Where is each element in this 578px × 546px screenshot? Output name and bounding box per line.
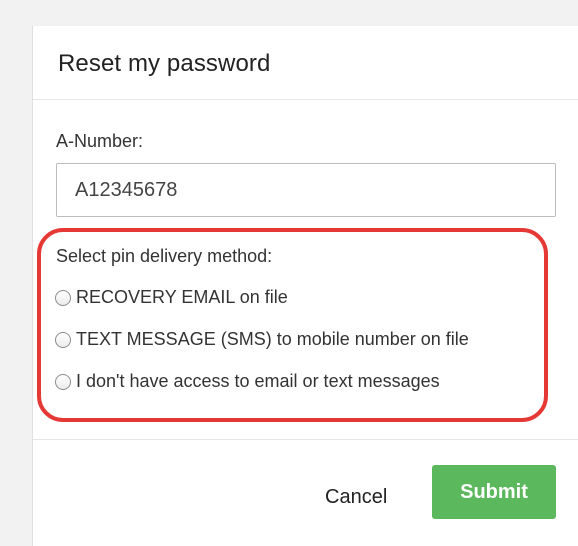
radio-option-recovery-email[interactable]: RECOVERY EMAIL on file (55, 287, 288, 308)
radio-option-label: RECOVERY EMAIL on file (76, 287, 288, 307)
radio-option-text-message[interactable]: TEXT MESSAGE (SMS) to mobile number on f… (55, 329, 469, 350)
radio-option-label: I don't have access to email or text mes… (76, 371, 440, 391)
cancel-button[interactable]: Cancel (313, 477, 399, 517)
delivery-method-label: Select pin delivery method: (56, 246, 273, 266)
radio-button[interactable] (55, 373, 71, 390)
a-number-label: A-Number: (56, 131, 144, 151)
radio-button[interactable] (55, 331, 71, 348)
modal-header: Reset my password (33, 26, 578, 100)
radio-option-label: TEXT MESSAGE (SMS) to mobile number on f… (76, 329, 469, 349)
submit-button[interactable]: Submit (432, 465, 556, 519)
modal-footer: Cancel Submit (33, 439, 578, 546)
radio-option-no-access[interactable]: I don't have access to email or text mes… (55, 371, 440, 392)
modal-title: Reset my password (58, 50, 271, 77)
radio-button[interactable] (55, 289, 71, 306)
reset-password-modal: Reset my password A-Number: Select pin d… (32, 26, 578, 546)
a-number-input[interactable] (56, 163, 556, 217)
